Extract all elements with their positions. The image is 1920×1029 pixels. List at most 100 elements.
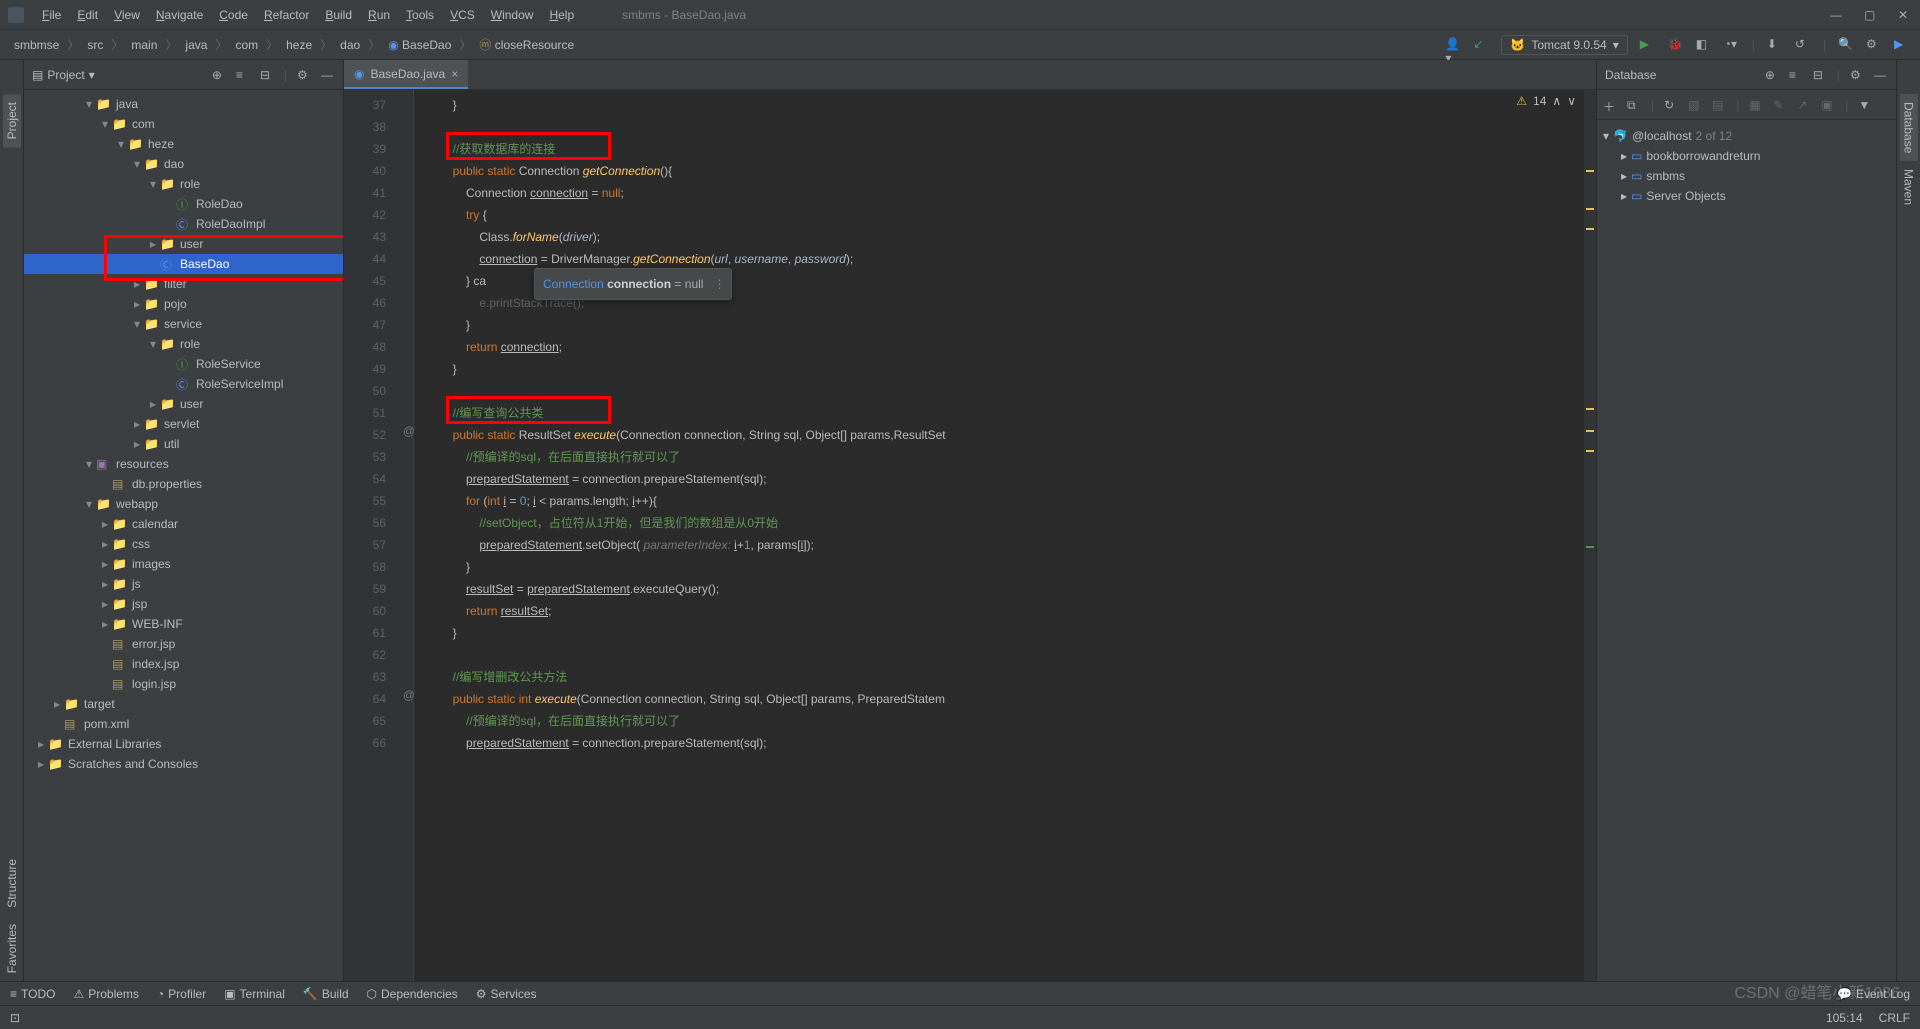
tree-item-error.jsp[interactable]: ▤error.jsp [24,634,343,654]
expand-icon[interactable]: ≡ [1789,68,1803,82]
collapse-icon[interactable]: ⊟ [1813,68,1827,82]
tree-item-images[interactable]: ▸📁images [24,554,343,574]
tree-item-login.jsp[interactable]: ▤login.jsp [24,674,343,694]
collapse-icon[interactable]: ⊟ [260,68,274,82]
build-icon[interactable]: ↙ [1473,37,1489,53]
maximize-icon[interactable]: ▢ [1864,8,1878,22]
filter-icon[interactable]: ▼ [1858,98,1872,112]
tree-item-heze[interactable]: ▾📁heze [24,134,343,154]
prev-highlight-icon[interactable]: ∧ [1552,94,1561,108]
error-stripe[interactable] [1584,90,1596,981]
db-schema-Server Objects[interactable]: ▸▭Server Objects [1603,186,1890,206]
bottom-tab-build[interactable]: 🔨Build [303,987,349,1001]
duplicate-icon[interactable]: ⧉ [1627,98,1641,112]
tree-item-js[interactable]: ▸📁js [24,574,343,594]
structure-tool-button[interactable]: Structure [3,851,21,916]
settings-icon[interactable]: ⚙ [1866,37,1882,53]
debug-icon[interactable]: 🐞 [1668,37,1684,53]
code-content[interactable]: } //获取数据库的连接 public static Connection ge… [414,90,1596,981]
crumb-heze[interactable]: heze [282,36,316,54]
table-icon[interactable]: ▦ [1749,98,1763,112]
db-schema-smbms[interactable]: ▸▭smbms [1603,166,1890,186]
menu-edit[interactable]: Edit [69,8,106,22]
tree-item-css[interactable]: ▸📁css [24,534,343,554]
code-editor[interactable]: 3738394041424344454647484950515253545556… [344,90,1596,981]
menu-help[interactable]: Help [541,8,582,22]
menu-run[interactable]: Run [360,8,398,22]
tree-item-util[interactable]: ▸📁util [24,434,343,454]
hide-icon[interactable]: — [1874,68,1888,82]
bottom-tab-profiler[interactable]: ◔Profiler [157,987,206,1001]
project-tree[interactable]: ▾📁java▾📁com▾📁heze▾📁dao▾📁roleⒾRoleDaoⒸRol… [24,90,343,981]
crumb-main[interactable]: main [127,36,161,54]
minimize-icon[interactable]: — [1830,8,1844,22]
tree-item-webapp[interactable]: ▾📁webapp [24,494,343,514]
tree-item-Scratches and Consoles[interactable]: ▸📁Scratches and Consoles [24,754,343,774]
coverage-icon[interactable]: ◧ [1696,37,1712,53]
tree-item-role[interactable]: ▾📁role [24,334,343,354]
tree-item-RoleDao[interactable]: ⒾRoleDao [24,194,343,214]
gear-icon[interactable]: ⚙ [1850,68,1864,82]
close-tab-icon[interactable]: × [451,67,458,81]
bottom-tab-services[interactable]: ⚙Services [476,987,537,1001]
tree-item-user[interactable]: ▸📁user [24,394,343,414]
crumb-closeResource[interactable]: ⓜ closeResource [475,34,578,55]
close-icon[interactable]: ✕ [1898,8,1912,22]
tree-item-pom.xml[interactable]: ▤pom.xml [24,714,343,734]
run-config-selector[interactable]: 🐱 Tomcat 9.0.54 ▾ [1501,35,1627,55]
breadcrumb[interactable]: smbmse〉src〉main〉java〉com〉heze〉dao〉◉ Base… [10,34,578,55]
tree-item-RoleServiceImpl[interactable]: ⒸRoleServiceImpl [24,374,343,394]
menu-build[interactable]: Build [317,8,360,22]
menu-window[interactable]: Window [483,8,542,22]
tree-item-db.properties[interactable]: ▤db.properties [24,474,343,494]
profile-icon[interactable]: ◔▾ [1724,37,1740,53]
fold-gutter[interactable] [394,90,414,981]
tree-item-WEB-INF[interactable]: ▸📁WEB-INF [24,614,343,634]
add-datasource-icon[interactable]: ＋ [1603,98,1617,112]
crumb-src[interactable]: src [83,36,107,54]
menu-navigate[interactable]: Navigate [148,8,211,22]
db-schema-bookborrowandreturn[interactable]: ▸▭bookborrowandreturn [1603,146,1890,166]
run-icon[interactable]: ▶ [1640,37,1656,53]
menu-refactor[interactable]: Refactor [256,8,317,22]
crumb-com[interactable]: com [231,36,262,54]
tree-item-servlet[interactable]: ▸📁servlet [24,414,343,434]
editor-inspection[interactable]: ⚠ 14 ∧ ∨ [1516,94,1576,108]
tree-item-jsp[interactable]: ▸📁jsp [24,594,343,614]
menu-vcs[interactable]: VCS [442,8,483,22]
crumb-dao[interactable]: dao [336,36,364,54]
console-icon[interactable]: ▣ [1821,98,1835,112]
menu-view[interactable]: View [106,8,148,22]
refresh-icon[interactable]: ↻ [1664,98,1678,112]
line-gutter[interactable]: 3738394041424344454647484950515253545556… [344,90,394,981]
caret-position[interactable]: 105:14 [1826,1011,1863,1025]
edit-icon[interactable]: ✎ [1773,98,1787,112]
database-tool-button[interactable]: Database [1900,94,1918,161]
bottom-tab-todo[interactable]: ≡TODO [10,987,55,1001]
expand-icon[interactable]: ≡ [236,68,250,82]
select-opened-icon[interactable]: ⊕ [212,68,226,82]
tree-item-java[interactable]: ▾📁java [24,94,343,114]
git-icon[interactable]: ⬇ [1767,37,1783,53]
tool-window-icon[interactable]: ⊡ [10,1011,20,1025]
gear-icon[interactable]: ⚙ [297,68,311,82]
tree-item-index.jsp[interactable]: ▤index.jsp [24,654,343,674]
stop-icon[interactable]: ▨ [1688,98,1702,112]
tree-item-calendar[interactable]: ▸📁calendar [24,514,343,534]
tree-item-RoleDaoImpl[interactable]: ⒸRoleDaoImpl [24,214,343,234]
tree-item-service[interactable]: ▾📁service [24,314,343,334]
bottom-tab-problems[interactable]: ⚠Problems [73,987,138,1001]
db-host[interactable]: ▾ 🐬 @localhost 2 of 12 [1603,126,1890,146]
menu-file[interactable]: File [34,8,69,22]
crumb-java[interactable]: java [181,36,211,54]
bottom-tab-dependencies[interactable]: ⬡Dependencies [367,987,458,1001]
line-separator[interactable]: CRLF [1879,1011,1910,1025]
tree-item-dao[interactable]: ▾📁dao [24,154,343,174]
editor-tab[interactable]: ◉ BaseDao.java × [344,60,468,89]
favorites-tool-button[interactable]: Favorites [3,916,21,981]
tree-item-com[interactable]: ▾📁com [24,114,343,134]
ide-icon[interactable]: ▶ [1894,37,1910,53]
select-schema-icon[interactable]: ⊕ [1765,68,1779,82]
menu-code[interactable]: Code [211,8,256,22]
next-highlight-icon[interactable]: ∨ [1567,94,1576,108]
